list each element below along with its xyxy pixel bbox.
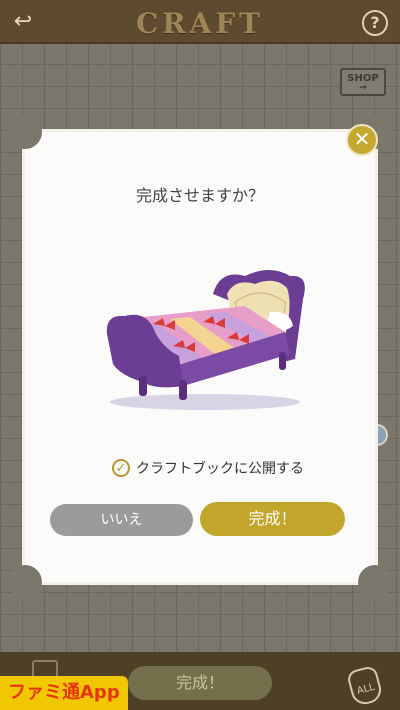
purple-bed-image — [106, 270, 305, 410]
close-icon: ✕ — [353, 127, 371, 151]
header-bar: ↩ CRAFT ? — [0, 0, 400, 44]
close-button[interactable]: ✕ — [346, 124, 378, 156]
complete-button[interactable]: 完成！ — [200, 502, 345, 536]
page-title: CRAFT — [136, 7, 264, 40]
shop-button[interactable]: SHOP → — [340, 68, 386, 96]
complete-confirm-dialog: 完成させますか？ ✓ クラフトブックに公開する いいえ 完成！ — [8, 115, 392, 599]
no-button[interactable]: いいえ — [50, 504, 193, 536]
watermark-logo: ファミ通App — [0, 676, 128, 710]
arrow-right-icon: → — [359, 83, 367, 93]
publish-option[interactable]: ✓ クラフトブックに公開する — [112, 457, 304, 479]
help-button[interactable]: ? — [362, 10, 388, 36]
dialog-question: 完成させますか？ — [135, 186, 264, 205]
publish-checkbox[interactable]: ✓ — [112, 459, 130, 477]
bottom-complete-button[interactable]: 完成！ — [128, 666, 272, 700]
publish-label: クラフトブックに公開する — [136, 461, 304, 477]
